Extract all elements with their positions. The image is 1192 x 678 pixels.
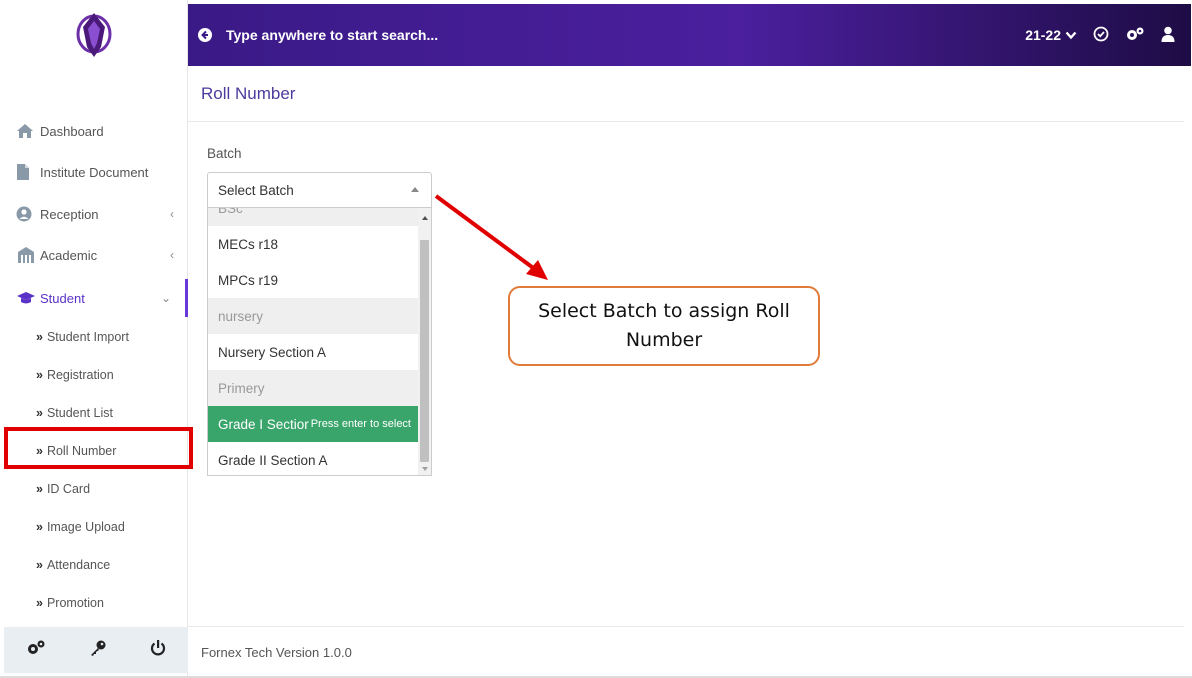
logo[interactable] [0,0,188,66]
dropdown-group-header: nursery [208,298,419,334]
sidebar-subitem-label: Registration [46,368,114,382]
power-icon[interactable] [150,639,166,662]
sidebar-subitem-id-card[interactable]: » ID Card [36,477,90,501]
sidebar-subitem-student-list[interactable]: » Student List [36,401,113,425]
sidebar-subitem-attendance[interactable]: » Attendance [36,553,110,577]
sidebar-item-label: Institute Document [40,164,149,180]
scroll-up-icon[interactable] [422,216,428,220]
roll-number-highlight [4,427,193,469]
graduation-cap-icon [16,291,38,305]
sidebar-subitem-label: Promotion [46,596,104,610]
chevron-down-icon: ⌄ [160,291,171,305]
option-label: Grade II Section A [218,452,328,468]
chevron-left-icon: ‹ [170,248,174,262]
sidebar-subitem-label: Student List [46,406,113,420]
double-chevron-icon: » [36,558,43,572]
academic-year-value: 21-22 [1025,27,1061,43]
user-circle-icon [16,206,38,222]
sidebar-subitem-promotion[interactable]: » Promotion [36,591,104,615]
sidebar-item-label: Student [40,290,85,306]
dropdown-option[interactable]: MPCs r19 [208,262,419,298]
batch-label: Batch [207,146,242,161]
option-label: Nursery Section A [218,344,327,360]
sidebar-subitem-student-import[interactable]: » Student Import [36,325,129,349]
sidebar-footer [4,627,188,673]
logo-icon [76,13,112,57]
double-chevron-icon: » [36,406,43,420]
batch-select-value: Select Batch [218,182,294,198]
dropdown-group-header: Primery [208,370,419,406]
sidebar-subitem-registration[interactable]: » Registration [36,363,114,387]
option-label: MPCs r19 [218,272,279,288]
sidebar-item-label: Dashboard [40,123,104,139]
divider [188,121,1184,122]
sidebar-item-institute-document[interactable]: Institute Document [0,153,188,191]
arrow-left-icon[interactable] [198,28,212,42]
caret-up-icon [411,187,419,192]
double-chevron-icon: » [36,520,43,534]
sidebar-item-student[interactable]: Student ⌄ [0,279,188,317]
chevron-left-icon: ‹ [170,207,174,221]
dropdown-option[interactable]: Nursery Section A [208,334,419,370]
page-title: Roll Number [201,84,296,103]
settings-icon[interactable] [1125,26,1145,45]
home-icon [16,123,38,139]
option-label: Primery [218,380,265,396]
batch-dropdown-list: BSc MECs r18 MPCs r19 nursery Nursery Se… [207,207,432,476]
option-label: MECs r18 [218,236,279,252]
sidebar: Dashboard Institute Document Reception ‹… [0,0,188,678]
sidebar-item-label: Academic [40,247,98,263]
topbar-actions: 21-22 [1025,4,1175,66]
scroll-down-icon[interactable] [422,467,428,471]
press-enter-hint: Press enter to select [310,418,411,430]
file-icon [16,163,38,181]
check-circle-icon[interactable] [1093,26,1109,45]
sidebar-item-dashboard[interactable]: Dashboard [0,112,188,150]
sidebar-item-label: Reception [40,206,99,222]
dropdown-option[interactable]: Grade II Section A [208,442,419,475]
annotation-callout: Select Batch to assign Roll Number [508,286,820,366]
topbar: Type anywhere to start search... 21-22 [188,4,1191,66]
user-icon[interactable] [1161,26,1175,45]
search-input[interactable]: Type anywhere to start search... [226,27,438,43]
dropdown-option[interactable]: MECs r18 [208,226,419,262]
building-icon [16,246,38,264]
double-chevron-icon: » [36,482,43,496]
option-label: BSc [218,207,243,216]
double-chevron-icon: » [36,596,43,610]
divider [188,626,1184,627]
sidebar-subitem-label: ID Card [46,482,91,496]
chevron-down-icon [1065,31,1077,39]
option-label: nursery [218,308,264,324]
sidebar-subitem-image-upload[interactable]: » Image Upload [36,515,125,539]
annotation-arrow [434,194,548,280]
key-icon[interactable] [89,639,107,662]
batch-select[interactable]: Select Batch [207,172,432,207]
version-text: Fornex Tech Version 1.0.0 [201,645,352,660]
sidebar-item-academic[interactable]: Academic ‹ [0,236,188,274]
double-chevron-icon: » [36,330,43,344]
sidebar-item-reception[interactable]: Reception ‹ [0,195,188,233]
scrollbar-thumb[interactable] [420,240,429,462]
dropdown-group-header: BSc [208,207,419,226]
double-chevron-icon: » [36,368,43,382]
academic-year-dropdown[interactable]: 21-22 [1025,27,1077,43]
sidebar-subitem-label: Student Import [46,330,129,344]
sidebar-subitem-label: Attendance [46,558,111,572]
option-label: Grade I Sectior [218,416,309,432]
settings-icon[interactable] [26,639,46,662]
sidebar-subitem-label: Image Upload [46,520,125,534]
dropdown-option-highlighted[interactable]: Grade I Sectior Press enter to select [208,406,419,442]
